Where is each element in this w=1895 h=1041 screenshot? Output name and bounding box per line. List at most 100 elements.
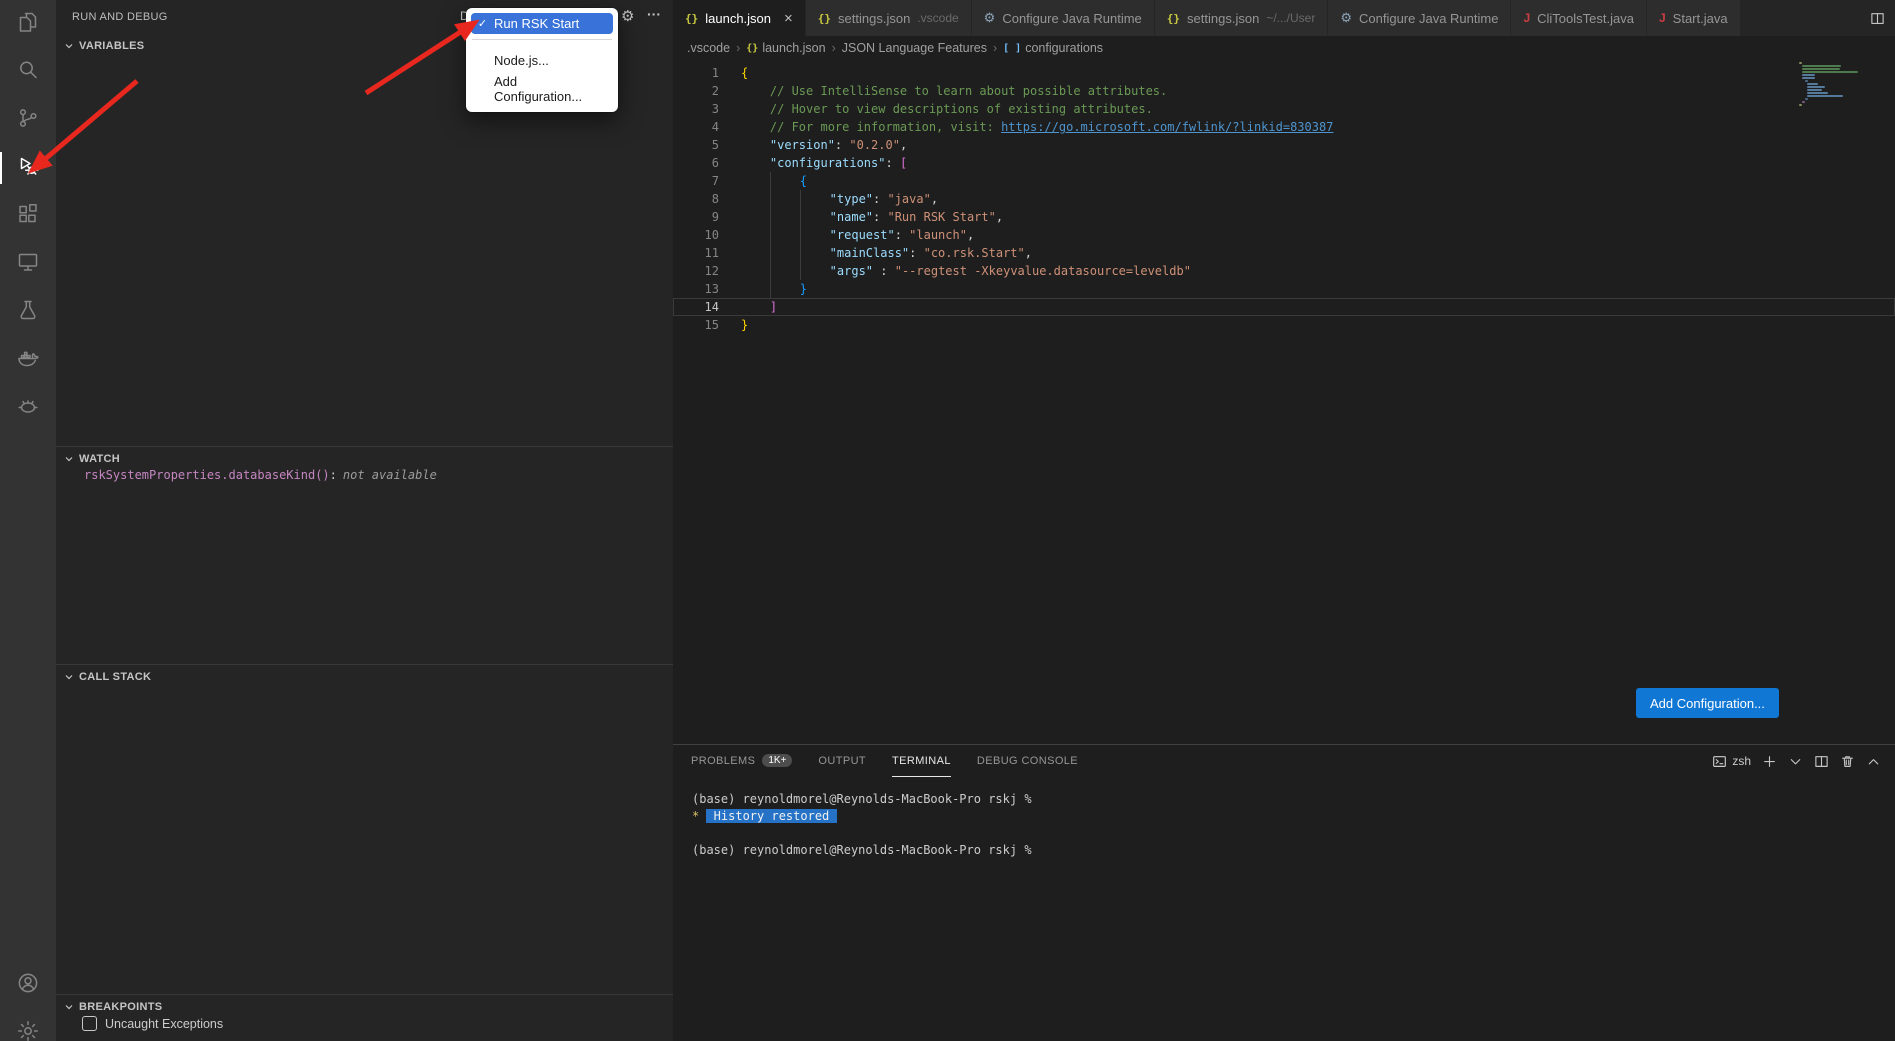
line-number[interactable]: 6 [673, 154, 719, 172]
extensions-icon [16, 202, 40, 231]
menu-item-add-configuration[interactable]: Add Configuration... [471, 71, 613, 107]
java-file-icon: J [1659, 11, 1666, 25]
add-configuration-button[interactable]: Add Configuration... [1636, 688, 1779, 718]
split-terminal-icon[interactable] [1814, 754, 1829, 769]
token: : [873, 210, 887, 224]
watch-expression-row[interactable]: rskSystemProperties.databaseKind():not a… [84, 468, 437, 482]
menu-item-node-js[interactable]: Node.js... [471, 50, 613, 71]
minimap-line [1807, 95, 1843, 97]
minimap[interactable] [1799, 62, 1869, 107]
indent-guide [741, 100, 770, 118]
line-number[interactable]: 5 [673, 136, 719, 154]
token: https://go.microsoft.com/fwlink/?linkid=… [1001, 120, 1333, 134]
activity-run-and-debug[interactable] [0, 144, 56, 192]
problems-count-badge: 1K+ [762, 754, 792, 767]
split-editor-icon[interactable] [1870, 11, 1885, 26]
line-number[interactable]: 3 [673, 100, 719, 118]
json-symbol-icon: {} [746, 43, 758, 54]
activity-source-control[interactable] [0, 96, 56, 144]
breadcrumb-configurations[interactable]: [ ]configurations [1003, 41, 1103, 55]
breadcrumb-launch-json[interactable]: {}launch.json [746, 41, 825, 55]
activity-search[interactable] [0, 48, 56, 96]
activity-settings[interactable] [0, 1009, 56, 1041]
token: "--regtest -Xkeyvalue.datasource=leveldb… [895, 264, 1191, 278]
line-number[interactable]: 1 [673, 64, 719, 82]
indent-guide [770, 208, 800, 226]
launch-profile-chevron-down-icon[interactable] [1788, 754, 1803, 769]
menu-item-run-rsk-start[interactable]: ✓Run RSK Start [471, 13, 613, 34]
line-number[interactable]: 2 [673, 82, 719, 100]
code-content: { [719, 64, 748, 82]
tab-configure-java-runtime[interactable]: ⚙Configure Java Runtime [972, 0, 1155, 36]
breakpoint-row[interactable]: Uncaught Exceptions [82, 1016, 223, 1031]
activity-explorer[interactable] [0, 0, 56, 48]
token: ] [770, 300, 777, 314]
line-number[interactable]: 11 [673, 244, 719, 262]
tab-configure-java-runtime[interactable]: ⚙Configure Java Runtime [1328, 0, 1511, 36]
line-number[interactable]: 12 [673, 262, 719, 280]
close-icon[interactable]: × [784, 11, 793, 26]
panel-tab-output[interactable]: OUTPUT [818, 745, 866, 777]
new-terminal-icon[interactable] [1762, 754, 1777, 769]
code-content: { [719, 172, 807, 190]
open-launch-json-gear-icon[interactable]: ⚙ [621, 7, 634, 25]
call-stack-section-header[interactable]: CALL STACK [56, 664, 673, 688]
terminal-output[interactable]: (base) reynoldmorel@Reynolds-MacBook-Pro… [673, 777, 1895, 859]
line-number[interactable]: 14 [673, 298, 719, 316]
views-more-actions-icon[interactable]: ··· [647, 6, 661, 22]
indent-guide [800, 244, 830, 262]
activity-docker[interactable] [0, 336, 56, 384]
tab-clitoolstest-java[interactable]: JCliToolsTest.java [1511, 0, 1647, 36]
line-number[interactable]: 8 [673, 190, 719, 208]
line-number[interactable]: 10 [673, 226, 719, 244]
terminal-shell-selector[interactable]: zsh [1712, 754, 1751, 769]
tab-settings-json[interactable]: {}settings.json~/.../User [1155, 0, 1329, 36]
tab-settings-json[interactable]: {}settings.json.vscode [806, 0, 972, 36]
activity-extensions[interactable] [0, 192, 56, 240]
line-number[interactable]: 7 [673, 172, 719, 190]
indent-guide [770, 280, 800, 298]
breakpoints-section-header[interactable]: BREAKPOINTS [56, 994, 673, 1018]
activity-plugin[interactable] [0, 384, 56, 432]
code-line-12: 12"args" : "--regtest -Xkeyvalue.datasou… [673, 262, 1895, 280]
activity-bar [0, 0, 56, 1041]
checkbox-unchecked[interactable] [82, 1016, 97, 1031]
token: , [1025, 246, 1032, 260]
breadcrumb-vscode[interactable]: .vscode [687, 41, 730, 55]
json-file-icon: {} [685, 12, 698, 25]
line-number[interactable]: 13 [673, 280, 719, 298]
maximize-panel-chevron-up-icon[interactable] [1866, 754, 1881, 769]
menu-item-label: Node.js... [494, 53, 549, 68]
run-and-debug-icon [16, 154, 40, 183]
tab-start-java[interactable]: JStart.java [1647, 0, 1741, 36]
panel-tab-terminal[interactable]: TERMINAL [892, 745, 951, 777]
activity-remote-explorer[interactable] [0, 240, 56, 288]
chevron-right-icon: › [993, 41, 997, 55]
kill-terminal-icon[interactable] [1840, 754, 1855, 769]
indent-guide [741, 244, 770, 262]
tab-launch-json[interactable]: {}launch.json× [673, 0, 806, 36]
panel-tab-debug-console[interactable]: DEBUG CONSOLE [977, 745, 1078, 777]
line-number[interactable]: 15 [673, 316, 719, 334]
token: , [967, 228, 974, 242]
watch-section-header[interactable]: WATCH [56, 446, 673, 470]
debug-configuration-menu: ✓Run RSK Start Node.js... Add Configuratio… [466, 8, 618, 112]
code-content: "configurations": [ [719, 154, 907, 172]
minimap-line [1802, 71, 1858, 73]
token: [ [900, 156, 907, 170]
minimap-line [1807, 86, 1824, 88]
line-number[interactable]: 9 [673, 208, 719, 226]
activity-testing[interactable] [0, 288, 56, 336]
search-icon [16, 58, 40, 87]
line-number[interactable]: 4 [673, 118, 719, 136]
tab-label: Configure Java Runtime [1002, 11, 1141, 26]
breadcrumb-json-language-features[interactable]: JSON Language Features [842, 41, 987, 55]
code-content: // For more information, visit: https://… [719, 118, 1333, 136]
activity-bar-bottom [0, 961, 56, 1041]
activity-accounts[interactable] [0, 961, 56, 1009]
token: { [741, 66, 748, 80]
chevron-down-icon [64, 672, 74, 682]
panel-tab-problems[interactable]: PROBLEMS1K+ [691, 745, 792, 777]
minimap-line [1799, 62, 1802, 64]
indent-guide [741, 136, 770, 154]
